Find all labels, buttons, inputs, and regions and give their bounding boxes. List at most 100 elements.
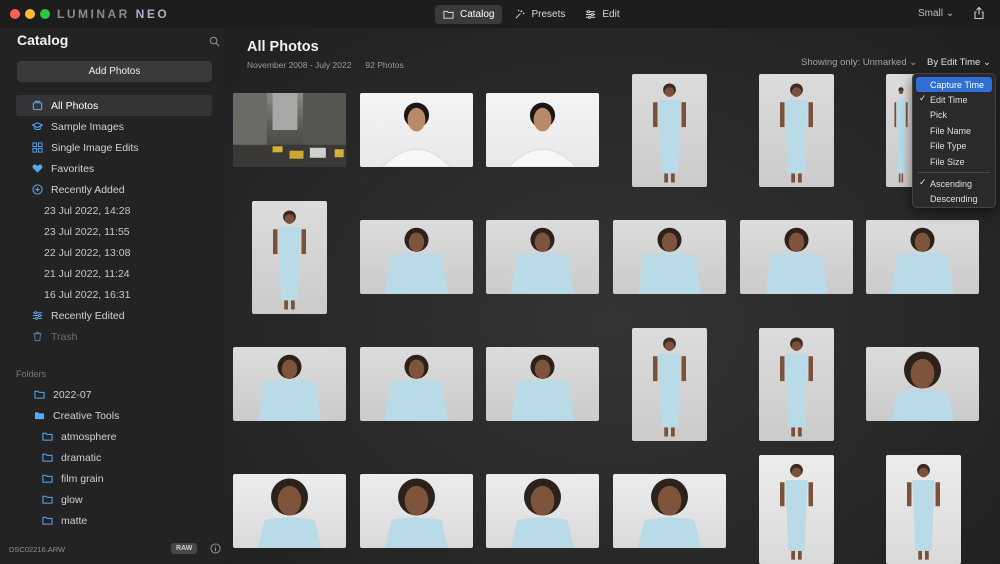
photo-thumbnail[interactable] (759, 74, 834, 187)
tab-presets[interactable]: Presets (506, 5, 573, 24)
sort-order-ascending[interactable]: ✓ Ascending (916, 176, 992, 191)
sidebar-item-label: Trash (51, 330, 78, 343)
sidebar-item-single-image-edits[interactable]: Single Image Edits (16, 137, 212, 158)
photo-thumbnail[interactable] (486, 220, 599, 294)
sort-option-edit-time[interactable]: ✓ Edit Time (916, 92, 992, 107)
photo-thumbnail[interactable] (233, 347, 346, 421)
sort-select[interactable]: By Edit Time ⌄ (927, 57, 991, 68)
folder-label: glow (61, 493, 83, 506)
photo-thumbnail[interactable] (486, 474, 599, 548)
sparkle-icon (515, 9, 525, 19)
app-logo: LUMINAR NEO (57, 7, 170, 21)
folder-icon (42, 453, 53, 462)
folder-item[interactable]: film grain (16, 468, 212, 489)
photo-thumbnail[interactable] (360, 220, 473, 294)
info-icon[interactable] (210, 543, 221, 554)
photo-thumbnail[interactable] (613, 474, 726, 548)
folder-item[interactable]: matte (16, 510, 212, 531)
sidebar-item-recent-date[interactable]: 22 Jul 2022, 13:08 (16, 242, 212, 263)
sidebar-item-recent-date[interactable]: 16 Jul 2022, 16:31 (16, 284, 212, 305)
minimize-window-button[interactable] (25, 9, 35, 19)
folder-icon (42, 474, 53, 483)
photo-count: 92 Photos (365, 60, 404, 70)
sidebar-item-label: 23 Jul 2022, 11:55 (44, 225, 130, 238)
sidebar-item-label: Recently Edited (51, 309, 125, 322)
sort-option-file-type[interactable]: File Type (916, 139, 992, 154)
sidebar-item-label: 22 Jul 2022, 13:08 (44, 246, 131, 259)
folder-item[interactable]: Creative Tools (16, 405, 212, 426)
tab-edit[interactable]: Edit (577, 5, 627, 24)
folder-icon (443, 10, 454, 19)
folders-header: Folders (16, 369, 47, 379)
sidebar-item-trash[interactable]: Trash (16, 326, 212, 347)
folder-label: film grain (61, 472, 104, 485)
sort-option-file-size[interactable]: File Size (916, 154, 992, 169)
tab-catalog[interactable]: Catalog (435, 5, 503, 24)
close-window-button[interactable] (10, 9, 20, 19)
photo-thumbnail[interactable] (252, 201, 327, 314)
sort-option-file-name[interactable]: File Name (916, 123, 992, 138)
folder-item[interactable]: glow (16, 489, 212, 510)
folder-label: Creative Tools (53, 409, 120, 422)
title-bar: LUMINAR NEO Catalog Presets Edit Small ⌄ (0, 0, 1000, 28)
heart-icon (32, 164, 43, 173)
photo-thumbnail[interactable] (360, 347, 473, 421)
top-navigation: Catalog Presets Edit (435, 5, 628, 24)
page-title: All Photos (247, 39, 319, 55)
raw-badge: RAW (171, 543, 198, 554)
sidebar-item-label: Recently Added (51, 183, 125, 196)
photo-thumbnail[interactable] (759, 328, 834, 441)
thumbnail-size-select[interactable]: Small ⌄ (918, 8, 954, 19)
photo-thumbnail[interactable] (632, 328, 707, 441)
sidebar-item-label: Sample Images (51, 120, 124, 133)
chevron-down-icon: ⌄ (909, 57, 918, 68)
photo-thumbnail[interactable] (886, 455, 961, 564)
photo-thumbnail[interactable] (360, 93, 473, 167)
photo-thumbnail[interactable] (866, 347, 979, 421)
sort-option-capture-time[interactable]: Capture Time (916, 77, 992, 93)
photo-thumbnail[interactable] (233, 93, 346, 167)
sidebar-item-label: All Photos (51, 99, 99, 112)
sidebar-item-recent-date[interactable]: 23 Jul 2022, 11:55 (16, 221, 212, 242)
photo-thumbnail[interactable] (233, 474, 346, 548)
filter-select[interactable]: Showing only: Unmarked ⌄ (801, 57, 917, 68)
sliders-icon (32, 311, 43, 320)
photo-thumbnail[interactable] (759, 455, 834, 564)
selected-filename: DSC02216.ARW (9, 545, 66, 554)
zoom-window-button[interactable] (40, 9, 50, 19)
folder-item[interactable]: 2022-07 (16, 384, 212, 405)
folder-list: 2022-07 Creative Tools atmosphere dramat… (16, 384, 212, 531)
sort-menu: Capture Time ✓ Edit Time Pick File Name F… (912, 73, 996, 208)
sidebar-item-recently-added[interactable]: Recently Added (16, 179, 212, 200)
folder-label: atmosphere (61, 430, 117, 443)
folder-icon (34, 390, 45, 399)
sidebar-item-recent-date[interactable]: 21 Jul 2022, 11:24 (16, 263, 212, 284)
sidebar-item-label: 21 Jul 2022, 11:24 (44, 267, 130, 280)
add-photos-button[interactable]: Add Photos (17, 61, 212, 82)
photo-thumbnail[interactable] (486, 93, 599, 167)
photo-thumbnail[interactable] (486, 347, 599, 421)
sidebar-item-favorites[interactable]: Favorites (16, 158, 212, 179)
photo-thumbnail[interactable] (740, 220, 853, 294)
tab-catalog-label: Catalog (460, 9, 495, 20)
photo-thumbnail[interactable] (632, 74, 707, 187)
search-icon[interactable] (209, 36, 220, 47)
folder-item[interactable]: atmosphere (16, 426, 212, 447)
sidebar-item-recently-edited[interactable]: Recently Edited (16, 305, 212, 326)
sidebar-item-all-photos[interactable]: All Photos (16, 95, 212, 116)
photo-thumbnail[interactable] (866, 220, 979, 294)
graduation-cap-icon (32, 122, 43, 131)
sidebar-item-recent-date[interactable]: 23 Jul 2022, 14:28 (16, 200, 212, 221)
photo-thumbnail[interactable] (360, 474, 473, 548)
checkmark-icon: ✓ (919, 177, 927, 188)
tab-edit-label: Edit (602, 9, 620, 20)
share-icon[interactable] (972, 6, 986, 20)
sort-option-pick[interactable]: Pick (916, 108, 992, 123)
sidebar-item-label: 16 Jul 2022, 16:31 (44, 288, 131, 301)
sidebar-item-sample-images[interactable]: Sample Images (16, 116, 212, 137)
photo-grid (224, 28, 1000, 564)
sort-order-descending[interactable]: Descending (916, 192, 992, 207)
sidebar-item-label: Single Image Edits (51, 141, 139, 154)
photo-thumbnail[interactable] (613, 220, 726, 294)
folder-item[interactable]: dramatic (16, 447, 212, 468)
